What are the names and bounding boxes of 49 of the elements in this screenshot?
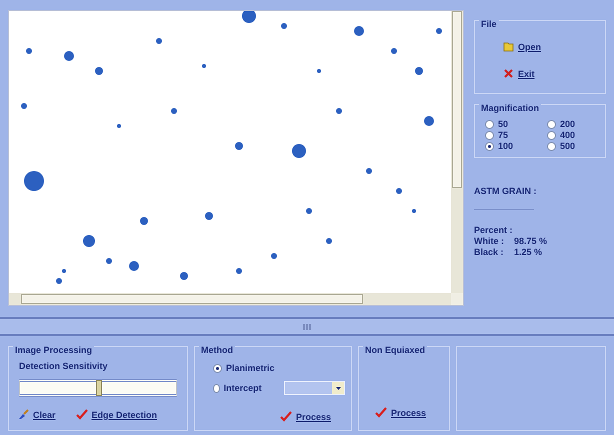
- group-title: Image Processing: [13, 345, 94, 355]
- radio-label[interactable]: 400: [560, 130, 576, 140]
- slider-thumb[interactable]: [96, 380, 102, 396]
- caret-icon: [336, 386, 340, 390]
- checkmark-icon: [76, 409, 88, 420]
- sensitivity-slider[interactable]: [19, 379, 177, 397]
- radio-label[interactable]: 200: [560, 119, 576, 129]
- folder-icon: [503, 41, 514, 52]
- radio-button[interactable]: [547, 120, 556, 128]
- phase-percent: 1.25 %: [514, 247, 544, 257]
- group-title: Method: [199, 345, 235, 355]
- scrollbar-corner: [451, 293, 463, 305]
- open-button[interactable]: Open: [501, 39, 599, 54]
- radio-button[interactable]: [485, 120, 494, 128]
- phase-label: Black :: [474, 247, 505, 257]
- radio-label[interactable]: 50: [498, 119, 508, 129]
- radio-button[interactable]: [485, 142, 494, 150]
- dropdown-field[interactable]: [284, 381, 345, 395]
- radio-label[interactable]: 500: [560, 141, 576, 151]
- radio-button[interactable]: [213, 364, 222, 372]
- slider-label: Detection Sensitivity: [18, 361, 108, 371]
- phase-label: White :: [474, 236, 505, 246]
- horizontal-scrollbar[interactable]: [9, 293, 451, 305]
- splitter-bar[interactable]: [0, 317, 614, 336]
- radio-button[interactable]: [485, 130, 494, 140]
- radio-label[interactable]: Planimetric: [226, 363, 275, 373]
- radio-button[interactable]: [547, 142, 556, 150]
- checkmark-icon: [280, 411, 292, 422]
- process-button[interactable]: Process: [278, 409, 333, 424]
- clear-button[interactable]: Clear: [15, 407, 58, 422]
- brush-icon: [17, 409, 29, 420]
- edge-detection-button[interactable]: Edge Detection: [74, 407, 160, 422]
- radio-button[interactable]: [547, 130, 556, 140]
- vertical-scrollbar[interactable]: [451, 11, 463, 293]
- group-title: File: [479, 19, 499, 29]
- grip-icon: [302, 324, 312, 330]
- checkmark-icon: [375, 407, 387, 418]
- astm-grain-label: ASTM GRAIN :: [474, 186, 538, 196]
- radio-button[interactable]: [213, 384, 220, 392]
- radio-label[interactable]: 100: [498, 141, 514, 151]
- exit-button[interactable]: Exit: [501, 66, 599, 81]
- percent-label: Percent :: [474, 225, 514, 235]
- process-button[interactable]: Process: [373, 405, 428, 420]
- cross-icon: [503, 68, 514, 79]
- group-title: Magnification: [479, 103, 541, 113]
- radio-label[interactable]: 75: [498, 130, 508, 140]
- radio-label[interactable]: Intercept: [224, 383, 262, 393]
- phase-percent: 98.75 %: [514, 236, 548, 246]
- group-title: Non Equiaxed: [363, 345, 428, 355]
